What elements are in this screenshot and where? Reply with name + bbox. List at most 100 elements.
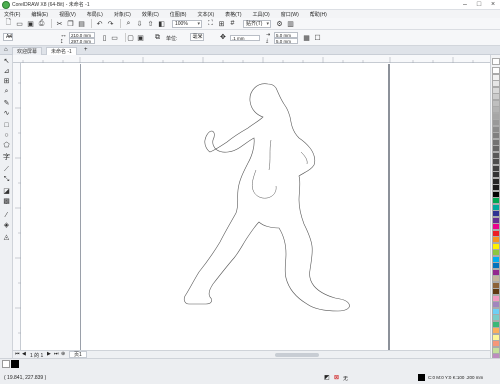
no-color-swatch[interactable] bbox=[492, 58, 500, 65]
color-palette bbox=[490, 55, 500, 360]
save-icon[interactable]: ▣ bbox=[26, 19, 35, 28]
prev-page-icon[interactable]: ◀ bbox=[22, 351, 26, 357]
toolbox: ↖ ⊿ ⊞ ⌕ ✎ ∿ □ ○ ⬠ 字 ⟋ ⤡ ◪ ▩ ⁄ ◈ ◬ bbox=[0, 55, 13, 358]
outline-info: C:0 M:0 Y:0 K:100 .200 mm bbox=[428, 375, 484, 380]
first-page-icon[interactable]: ⏮ bbox=[15, 351, 20, 357]
title-bar: CorelDRAW X8 (64-Bit) - 未命名 -1 – □ × bbox=[0, 0, 500, 10]
crop-tool-icon[interactable]: ⊞ bbox=[2, 77, 11, 86]
units-select[interactable]: 毫米 ▾ bbox=[189, 33, 204, 41]
current-page-icon[interactable]: ▣ bbox=[136, 33, 145, 42]
rulers-icon[interactable]: ⊞ bbox=[217, 19, 226, 28]
print-icon[interactable]: ⎙ bbox=[37, 19, 46, 28]
zoom-tool-icon[interactable]: ⌕ bbox=[2, 87, 11, 96]
menu-file[interactable]: 文件(F) bbox=[4, 11, 20, 18]
next-page-icon[interactable]: ▶ bbox=[47, 351, 51, 357]
landscape-icon[interactable]: ▭ bbox=[110, 33, 119, 42]
nudge-distance-field[interactable]: .1 mm bbox=[230, 35, 260, 41]
document-tab-bar: ⌂ 欢迎屏幕 未命名 -1 + bbox=[0, 46, 500, 55]
polygon-tool-icon[interactable]: ⬠ bbox=[2, 141, 11, 150]
menu-table[interactable]: 表格(T) bbox=[225, 11, 241, 18]
ellipse-tool-icon[interactable]: ○ bbox=[2, 131, 11, 140]
new-document-icon[interactable]: 🗋 bbox=[4, 19, 13, 28]
page-size-select[interactable]: A4 ▾ bbox=[3, 33, 14, 41]
rectangle-tool-icon[interactable]: □ bbox=[2, 121, 11, 130]
document-page[interactable] bbox=[80, 64, 390, 351]
set-default-icon[interactable]: ▦ bbox=[302, 33, 311, 42]
last-page-icon[interactable]: ⏭ bbox=[54, 351, 59, 357]
freehand-tool-icon[interactable]: ✎ bbox=[2, 99, 11, 108]
tab-untitled-1[interactable]: 未命名 -1 bbox=[46, 47, 77, 55]
application-launcher-icon[interactable]: ▥ bbox=[286, 19, 295, 28]
horizontal-scrollbar[interactable] bbox=[275, 353, 319, 357]
window-title: CorelDRAW X8 (64-Bit) - 未命名 -1 bbox=[12, 2, 90, 8]
menu-window[interactable]: 窗口(W) bbox=[281, 11, 299, 18]
eyedropper-icon[interactable]: ⁄ bbox=[2, 211, 11, 220]
swatch-black[interactable] bbox=[11, 360, 19, 368]
export-icon[interactable]: ⇧ bbox=[146, 19, 155, 28]
full-screen-icon[interactable]: ⛶ bbox=[206, 19, 215, 28]
redo-icon[interactable]: ↷ bbox=[106, 19, 115, 28]
property-bar: A4 ▾ ↔ 210.0 mm ↕ 297.0 mm ▯ ▭ ▢ ▣ ⧉ 单位: … bbox=[0, 30, 500, 46]
all-pages-icon[interactable]: ▢ bbox=[126, 33, 135, 42]
menu-bitmaps[interactable]: 位图(B) bbox=[170, 11, 187, 18]
page-layout-icon[interactable]: ⧉ bbox=[153, 33, 162, 42]
menu-object[interactable]: 对象(C) bbox=[114, 11, 131, 18]
cursor-coordinates: ( 19.841, 227.839 ) bbox=[4, 375, 47, 381]
grid-icon[interactable]: # bbox=[228, 19, 237, 28]
search-content-icon[interactable]: ⌕ bbox=[124, 19, 133, 28]
pick-tool-icon[interactable]: ↖ bbox=[2, 57, 11, 66]
menu-tools[interactable]: 工具(O) bbox=[253, 11, 270, 18]
options-gear-icon[interactable]: ⚙ bbox=[275, 19, 284, 28]
artistic-media-icon[interactable]: ∿ bbox=[2, 109, 11, 118]
minimize-button[interactable]: – bbox=[458, 0, 472, 10]
transparency-icon[interactable]: ▩ bbox=[2, 197, 11, 206]
cut-icon[interactable]: ✂ bbox=[55, 19, 64, 28]
nudge-icon: ✥ bbox=[220, 34, 226, 41]
snap-to-dropdown[interactable]: 贴齐(T) ▾ bbox=[243, 19, 271, 28]
shape-tool-icon[interactable]: ⊿ bbox=[2, 67, 11, 76]
open-folder-icon[interactable]: ▭ bbox=[15, 19, 24, 28]
page-tab[interactable]: 页1 bbox=[69, 351, 87, 358]
coreldraw-logo-icon bbox=[2, 1, 10, 9]
no-fill-icon: ⊠ bbox=[334, 375, 340, 381]
vertical-ruler[interactable] bbox=[13, 63, 21, 350]
interactive-fill-icon[interactable]: ◈ bbox=[2, 221, 11, 230]
add-tab-icon[interactable]: + bbox=[84, 47, 88, 53]
close-button[interactable]: × bbox=[486, 0, 500, 10]
tab-welcome-screen[interactable]: 欢迎屏幕 bbox=[12, 47, 43, 55]
settings-icon[interactable]: ☐ bbox=[313, 33, 322, 42]
horizontal-ruler[interactable] bbox=[13, 55, 490, 63]
units-label: 单位: bbox=[166, 36, 178, 42]
height-icon: ↕ bbox=[60, 38, 64, 45]
menu-edit[interactable]: 编辑(E) bbox=[31, 11, 48, 18]
zoom-level-select[interactable]: 100% ▾ bbox=[172, 19, 202, 28]
home-icon[interactable]: ⌂ bbox=[4, 47, 8, 53]
smart-fill-icon[interactable]: ◬ bbox=[2, 233, 11, 242]
publish-pdf-icon[interactable]: ◧ bbox=[157, 19, 166, 28]
import-icon[interactable]: ⇩ bbox=[135, 19, 144, 28]
drop-shadow-icon[interactable]: ◪ bbox=[2, 187, 11, 196]
figure-outline-drawing[interactable] bbox=[81, 64, 391, 351]
duplicate-y-field[interactable]: 5.0 mm bbox=[274, 38, 298, 44]
outline-none-label: 无 bbox=[343, 376, 349, 382]
parallel-dimension-icon[interactable]: ⟋ bbox=[2, 165, 11, 174]
menu-text[interactable]: 文本(X) bbox=[197, 11, 214, 18]
undo-icon[interactable]: ↶ bbox=[95, 19, 104, 28]
swatch-white[interactable] bbox=[2, 360, 10, 368]
menu-view[interactable]: 视图(V) bbox=[59, 11, 76, 18]
menu-layout[interactable]: 布局(L) bbox=[87, 11, 103, 18]
connector-tool-icon[interactable]: ⤡ bbox=[2, 175, 11, 184]
page-height-field[interactable]: 297.0 mm bbox=[69, 38, 95, 44]
outline-color-swatch bbox=[418, 374, 425, 381]
standard-toolbar: 🗋 ▭ ▣ ⎙ ✂ ❐ ▤ ↶ ↷ ⌕ ⇩ ⇧ ◧ 100% ▾ ⛶ ⊞ # 贴齐… bbox=[0, 18, 500, 30]
copy-icon[interactable]: ❐ bbox=[66, 19, 75, 28]
portrait-icon[interactable]: ▯ bbox=[100, 33, 109, 42]
dup-y-icon: ⤓ bbox=[266, 38, 269, 44]
maximize-button[interactable]: □ bbox=[472, 0, 486, 10]
menu-effects[interactable]: 效果(C) bbox=[142, 11, 159, 18]
document-color-strip bbox=[2, 360, 42, 368]
text-tool-icon[interactable]: 字 bbox=[2, 153, 11, 162]
paste-icon[interactable]: ▤ bbox=[77, 19, 86, 28]
add-page-icon[interactable]: ⊕ bbox=[61, 351, 65, 357]
menu-help[interactable]: 帮助(H) bbox=[310, 11, 327, 18]
